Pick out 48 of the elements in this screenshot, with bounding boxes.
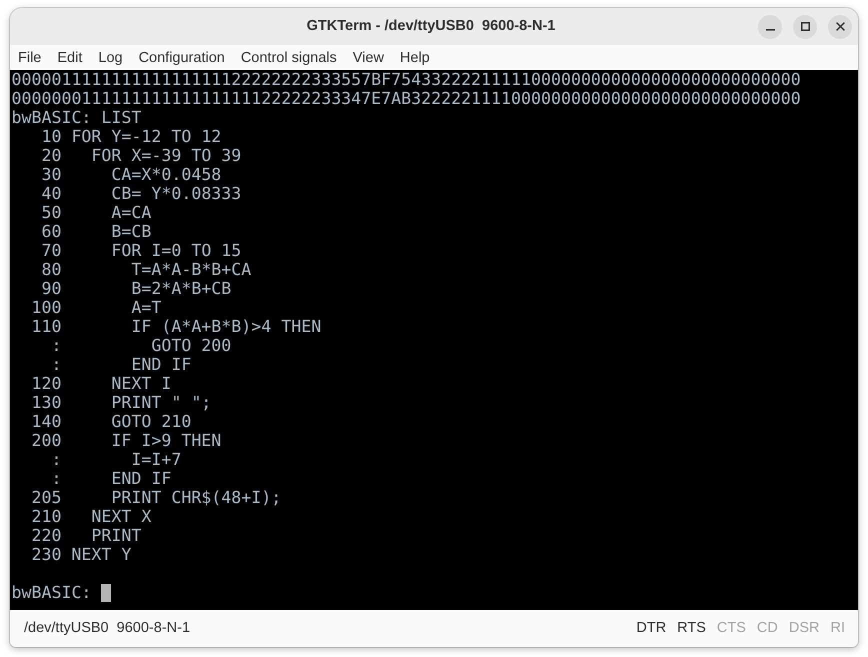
terminal-line: 110 IF (A*A+B*B)>4 THEN — [31, 317, 322, 336]
terminal-line: 10 FOR Y=-12 TO 12 — [41, 127, 222, 146]
terminal-line: 70 FOR I=0 TO 15 — [41, 241, 242, 260]
signal-indicator: DTR — [636, 618, 666, 638]
terminal-line: 220 PRINT — [31, 526, 142, 545]
menu-item[interactable]: Configuration — [130, 46, 233, 68]
terminal-line: 000000011111111111111111122222233347E7AB322222111100000000000000000000000000000 — [12, 89, 801, 108]
terminal-line: 90 B=2*A*B+CB — [41, 279, 232, 298]
terminal-line: : END IF — [51, 355, 192, 374]
terminal-line: 200 IF I>9 THEN — [31, 431, 222, 450]
port-settings-label: /dev/ttyUSB0 9600-8-N-1 — [24, 618, 190, 638]
signal-indicator: RI — [830, 618, 845, 638]
terminal-line: 60 B=CB — [41, 222, 152, 241]
terminal-line: 000001111111111111111122222222333557BF75433222211111000000000000000000000000000 — [12, 70, 801, 89]
signal-indicator: RTS — [677, 618, 706, 638]
minimize-icon — [766, 29, 774, 31]
menu-item[interactable]: Log — [90, 46, 131, 68]
menu-item[interactable]: File — [10, 46, 50, 68]
terminal-line: bwBASIC: LIST — [12, 108, 142, 127]
terminal-line: 230 NEXT Y — [31, 545, 132, 564]
close-icon — [836, 22, 844, 31]
signal-indicator: DSR — [788, 618, 820, 638]
terminal-line: : GOTO 200 — [51, 336, 232, 355]
signal-indicator: CTS — [716, 618, 746, 638]
terminal-line: 205 PRINT CHR$(48+I); — [31, 488, 282, 507]
close-button[interactable] — [828, 14, 852, 38]
maximize-icon — [800, 22, 810, 31]
terminal-line: 100 A=T — [31, 298, 162, 317]
maximize-button[interactable] — [793, 14, 817, 38]
terminal-line: 30 CA=X*0.0458 — [41, 165, 222, 184]
window-title: GTKTerm - /dev/ttyUSB0 9600-8-N-1 — [306, 18, 556, 36]
terminal-line: 40 CB= Y*0.08333 — [41, 184, 242, 203]
prompt-text: bwBASIC: — [12, 583, 92, 602]
menu-item[interactable]: View — [344, 46, 392, 68]
terminal-line: 130 PRINT " "; — [31, 393, 212, 412]
menu-item[interactable]: Help — [392, 46, 438, 68]
minimize-button[interactable] — [758, 14, 782, 38]
terminal-line: 210 NEXT X — [31, 507, 152, 526]
signal-indicator: CD — [756, 618, 778, 638]
terminal-line: : I=I+7 — [51, 450, 182, 469]
terminal-line: : END IF — [51, 469, 172, 488]
terminal-line: 120 NEXT I — [31, 374, 172, 393]
terminal-line: 140 GOTO 210 — [31, 412, 192, 431]
terminal-line: 80 T=A*A-B*B+CA — [41, 260, 252, 279]
terminal-line: 50 A=CA — [41, 203, 152, 222]
menu-item[interactable]: Edit — [49, 46, 90, 68]
terminal-line: 20 FOR X=-39 TO 39 — [41, 146, 242, 165]
menu-item[interactable]: Control signals — [232, 46, 345, 68]
